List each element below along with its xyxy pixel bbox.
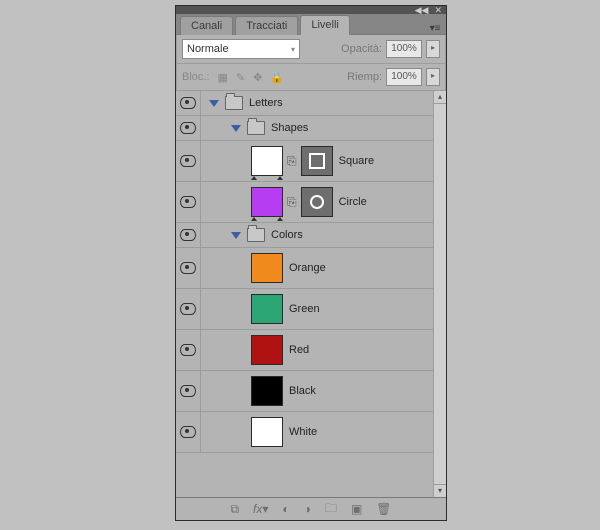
eye-icon [180,97,196,109]
blend-opacity-row: Normale ▾ Opacità: 100% ▸ [176,35,446,64]
layer-label: Red [289,344,309,356]
layer-thumbnail[interactable] [251,253,283,283]
lock-position-icon[interactable]: ✥ [253,71,262,84]
eye-icon [180,155,196,167]
scroll-down-icon[interactable]: ▾ [434,484,446,497]
eye-icon [180,426,196,438]
disclosure-triangle-icon[interactable] [231,232,241,239]
lock-all-icon[interactable]: 🔒 [270,71,284,84]
visibility-toggle[interactable] [176,91,201,115]
layer-thumbnail[interactable] [251,146,283,176]
layers-panel: ◀◀ ✕ Canali Tracciati Livelli ▾≡ Normale… [175,5,447,521]
panel-tabs: Canali Tracciati Livelli ▾≡ [176,14,446,35]
layer-thumbnail[interactable] [251,376,283,406]
group-colors[interactable]: Colors [176,223,434,248]
group-shapes[interactable]: Shapes [176,116,434,141]
layer-thumbnail[interactable] [251,335,283,365]
eye-icon [180,229,196,241]
layer-label: White [289,426,317,438]
lock-fill-row: Bloc.: ▦ ✎ ✥ 🔒 Riemp: 100% ▸ [176,64,446,91]
opacity-value[interactable]: 100% [386,40,422,58]
opacity-label: Opacità: [341,43,382,55]
blend-mode-dropdown[interactable]: Normale ▾ [182,39,300,59]
vector-mask-thumbnail[interactable] [301,146,333,176]
layer-black[interactable]: Black [176,371,434,412]
eye-icon [180,303,196,315]
close-icon[interactable]: ✕ [434,6,442,14]
eye-icon [180,122,196,134]
layer-white[interactable]: White [176,412,434,453]
opacity-slider-button[interactable]: ▸ [426,40,440,58]
visibility-toggle[interactable] [176,330,201,370]
eye-icon [180,344,196,356]
collapse-icon[interactable]: ◀◀ [415,6,429,14]
fill-value[interactable]: 100% [386,68,422,86]
layer-square[interactable]: ⎘ Square [176,141,434,182]
disclosure-triangle-icon[interactable] [209,100,219,107]
visibility-toggle[interactable] [176,248,201,288]
visibility-toggle[interactable] [176,141,201,181]
layers-bottom-toolbar: ⧉ fx▾ ◐ ◑ 🗀 ▣ 🗑 [176,497,446,520]
eye-icon [180,262,196,274]
layer-label: Letters [249,97,283,109]
layer-thumbnail[interactable] [251,417,283,447]
layer-thumbnail[interactable] [251,294,283,324]
layer-red[interactable]: Red [176,330,434,371]
visibility-toggle[interactable] [176,289,201,329]
layer-label: Circle [339,196,367,208]
mask-link-icon[interactable]: ⎘ [287,195,297,210]
visibility-toggle[interactable] [176,182,201,222]
folder-icon [247,121,265,135]
new-group-icon[interactable]: 🗀 [325,499,337,520]
visibility-toggle[interactable] [176,412,201,452]
tab-tracciati[interactable]: Tracciati [235,16,298,35]
link-layers-icon[interactable]: ⧉ [230,502,239,517]
panel-drag-bar[interactable]: ◀◀ ✕ [176,6,446,14]
lock-transparency-icon[interactable]: ▦ [218,71,228,84]
tab-canali[interactable]: Canali [180,16,233,35]
layers-list-container: Letters Shapes ⎘ [176,91,446,497]
layer-mask-icon[interactable]: ◐ [282,502,289,516]
folder-icon [225,96,243,110]
layer-label: Black [289,385,316,397]
panel-menu-icon[interactable]: ▾≡ [427,20,446,34]
blend-mode-value: Normale [187,43,229,55]
visibility-toggle[interactable] [176,116,201,140]
layer-label: Green [289,303,320,315]
fill-slider-button[interactable]: ▸ [426,68,440,86]
layers-scrollbar[interactable]: ▴ ▾ [433,91,446,497]
layer-label: Shapes [271,122,308,134]
fill-label: Riemp: [347,71,382,83]
layer-circle[interactable]: ⎘ Circle [176,182,434,223]
visibility-toggle[interactable] [176,223,201,247]
folder-icon [247,228,265,242]
lock-pixels-icon[interactable]: ✎ [236,71,245,84]
layer-thumbnail[interactable] [251,187,283,217]
layer-label: Orange [289,262,326,274]
adjustment-layer-icon[interactable]: ◑ [304,502,311,516]
scroll-up-icon[interactable]: ▴ [434,91,446,104]
mask-link-icon[interactable]: ⎘ [287,154,297,169]
eye-icon [180,385,196,397]
layer-label: Square [339,155,374,167]
eye-icon [180,196,196,208]
empty-layers-area [176,453,434,497]
delete-layer-icon[interactable]: 🗑 [376,502,391,516]
chevron-down-icon: ▾ [291,45,295,54]
layer-effects-icon[interactable]: fx▾ [253,502,268,516]
new-layer-icon[interactable]: ▣ [351,502,362,516]
lock-label: Bloc.: [182,71,210,83]
layer-orange[interactable]: Orange [176,248,434,289]
visibility-toggle[interactable] [176,371,201,411]
layer-green[interactable]: Green [176,289,434,330]
layer-label: Colors [271,229,303,241]
disclosure-triangle-icon[interactable] [231,125,241,132]
tab-livelli[interactable]: Livelli [300,15,350,35]
group-letters[interactable]: Letters [176,91,434,116]
vector-mask-thumbnail[interactable] [301,187,333,217]
